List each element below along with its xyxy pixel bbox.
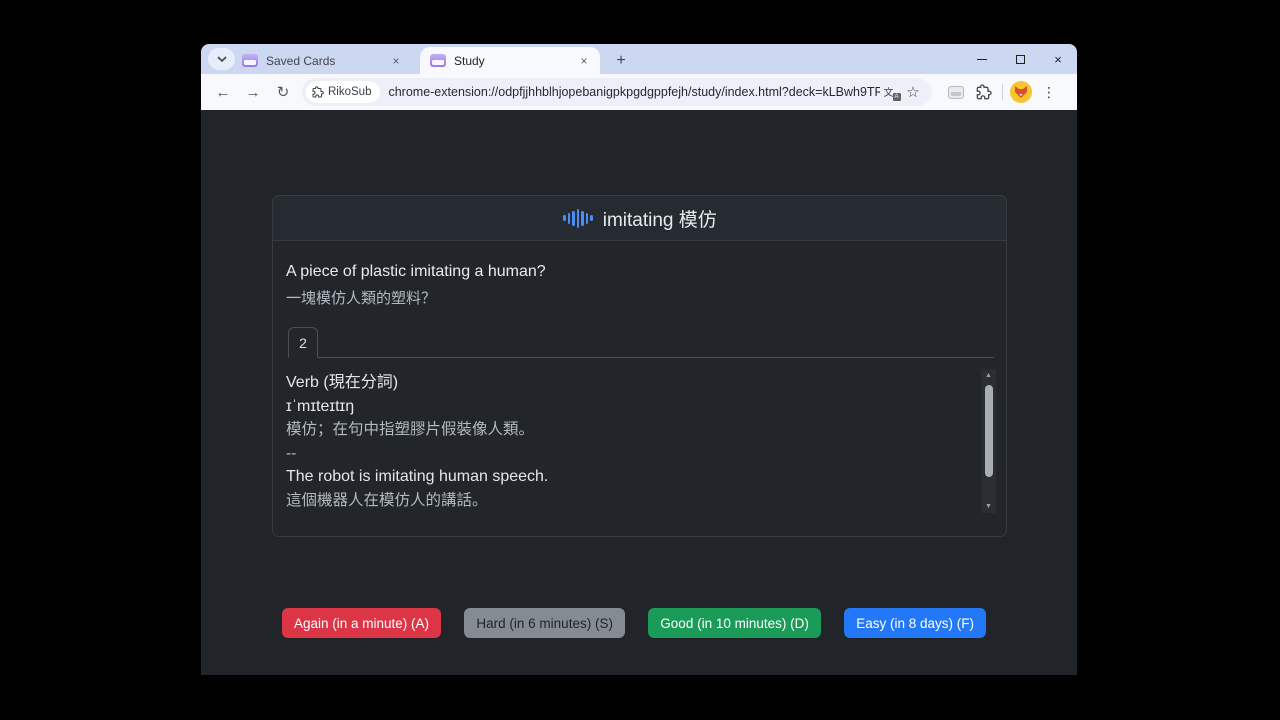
- answer-line: 模仿；在句中指塑膠片假裝像人類。: [286, 418, 966, 442]
- minimize-button[interactable]: [963, 44, 1001, 74]
- maximize-button[interactable]: [1001, 44, 1039, 74]
- study-page: imitating 模仿 A piece of plastic imitatin…: [201, 110, 1077, 675]
- sense-tab-bar: 2: [288, 327, 994, 358]
- scrollbar[interactable]: ▲ ▼: [981, 369, 996, 513]
- address-bar[interactable]: RikoSub chrome-extension://odpfjjhhblhjo…: [302, 78, 932, 106]
- flashcard-header: imitating 模仿: [273, 196, 1006, 241]
- toolbar-separator: [1002, 84, 1003, 100]
- new-tab-button[interactable]: +: [609, 49, 633, 73]
- browser-window: Saved Cards × Study × + × ← → ↻: [201, 44, 1077, 675]
- extension-favicon-icon: [242, 54, 258, 67]
- letterboxed-stage: Saved Cards × Study × + × ← → ↻: [0, 0, 1280, 720]
- back-button[interactable]: ←: [210, 79, 236, 105]
- browser-toolbar: ← → ↻ RikoSub chrome-extension://odpfjjh…: [201, 74, 1077, 110]
- easy-button[interactable]: Easy (in 8 days) (F): [844, 608, 986, 638]
- answer-line: The robot is imitating human speech.: [286, 465, 966, 489]
- rating-button-row: Again (in a minute) (A) Hard (in 6 minut…: [282, 608, 986, 638]
- tab-search-button[interactable]: [208, 48, 235, 70]
- flashcard: imitating 模仿 A piece of plastic imitatin…: [272, 195, 1007, 537]
- forward-button[interactable]: →: [240, 79, 266, 105]
- good-button[interactable]: Good (in 10 minutes) (D): [648, 608, 821, 638]
- hard-button[interactable]: Hard (in 6 minutes) (S): [464, 608, 625, 638]
- tab-label: Saved Cards: [266, 54, 382, 68]
- question-english: A piece of plastic imitating a human?: [286, 263, 546, 281]
- translate-button[interactable]: 文 A: [880, 86, 902, 99]
- tab-strip: Saved Cards × Study × + ×: [201, 44, 1077, 74]
- extension-favicon-icon: [430, 54, 446, 67]
- chevron-down-icon: [217, 56, 227, 62]
- answer-line: 這個機器人在模仿人的講話。: [286, 489, 966, 513]
- translate-icon: 文 A: [884, 86, 899, 99]
- answer-line: Verb (現在分詞): [286, 371, 966, 395]
- tab-saved-cards[interactable]: Saved Cards ×: [232, 47, 412, 74]
- answer-line-divider: --: [286, 442, 966, 466]
- question-chinese: 一塊模仿人類的塑料？: [286, 287, 436, 308]
- tab-study[interactable]: Study ×: [420, 47, 600, 74]
- url-text: chrome-extension://odpfjjhhblhjopebanigp…: [388, 85, 880, 99]
- sense-tab-2[interactable]: 2: [288, 327, 318, 358]
- reload-button[interactable]: ↻: [270, 79, 296, 105]
- tab-close-icon[interactable]: ×: [576, 53, 592, 69]
- maximize-icon: [1016, 55, 1025, 64]
- fox-avatar-icon: [1010, 81, 1032, 103]
- disabled-extension-button[interactable]: [942, 86, 970, 99]
- extension-chip[interactable]: RikoSub: [306, 81, 380, 103]
- disabled-extension-icon: [948, 86, 964, 99]
- audio-waveform-icon[interactable]: [562, 209, 594, 228]
- minimize-icon: [977, 59, 987, 60]
- puzzle-icon: [976, 84, 992, 100]
- window-controls: ×: [963, 44, 1077, 74]
- extension-chip-label: RikoSub: [328, 86, 371, 98]
- card-title: imitating 模仿: [603, 205, 717, 232]
- extensions-menu-button[interactable]: [970, 84, 998, 100]
- toolbar-right-icons: ⋮: [942, 81, 1063, 103]
- scroll-up-icon[interactable]: ▲: [981, 369, 996, 382]
- answer-scroll-region[interactable]: Verb (現在分詞) ɪˈmɪteɪtɪŋ 模仿；在句中指塑膠片假裝像人類。 …: [286, 369, 996, 513]
- tab-label: Study: [454, 54, 570, 68]
- scroll-down-icon[interactable]: ▼: [981, 500, 996, 513]
- browser-menu-button[interactable]: ⋮: [1035, 84, 1063, 101]
- puzzle-icon: [312, 86, 324, 98]
- scrollbar-thumb[interactable]: [985, 385, 993, 477]
- again-button[interactable]: Again (in a minute) (A): [282, 608, 441, 638]
- tab-close-icon[interactable]: ×: [388, 53, 404, 69]
- bookmark-star-button[interactable]: ☆: [902, 83, 924, 101]
- answer-text: Verb (現在分詞) ɪˈmɪteɪtɪŋ 模仿；在句中指塑膠片假裝像人類。 …: [286, 371, 966, 513]
- profile-button[interactable]: [1007, 81, 1035, 103]
- close-button[interactable]: ×: [1039, 44, 1077, 74]
- answer-line-ipa: ɪˈmɪteɪtɪŋ: [286, 395, 966, 419]
